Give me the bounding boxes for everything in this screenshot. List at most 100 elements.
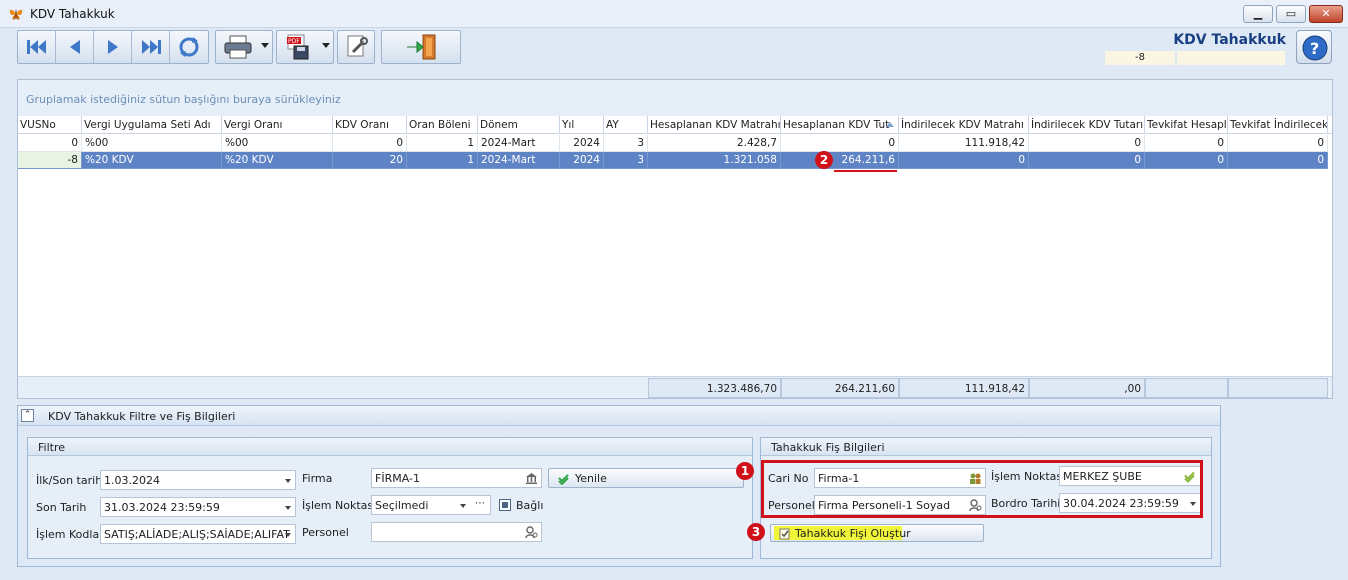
cell-hesaplanan-matrah: 2.428,7 [648, 135, 781, 152]
total-tevkifat-hesapla [1145, 378, 1228, 398]
close-button[interactable]: ✕ [1309, 5, 1343, 23]
table-row-selected[interactable]: -8 %20 KDV %20 KDV 20 1 2024-Mart 2024 3… [18, 152, 1332, 169]
col-kdv-orani[interactable]: KDV Oranı [333, 116, 407, 134]
next-record-button[interactable] [94, 31, 132, 63]
islem-kodlari-label: İşlem Kodları [36, 528, 107, 541]
exit-button[interactable] [382, 31, 462, 63]
first-record-button[interactable] [18, 31, 56, 63]
close-icon: ✕ [1321, 7, 1331, 20]
cell-tevkifat-indirilecek: 0 [1228, 152, 1328, 169]
print-group[interactable] [215, 30, 273, 64]
maximize-button[interactable]: ▭ [1276, 5, 1306, 23]
filtre-group: Filtre İlk/Son tarih 1.03.2024 Son Tarih… [27, 437, 753, 559]
col-yil[interactable]: Yıl [560, 116, 604, 134]
islem-kodlari-input[interactable]: SATIŞ;ALİADE;ALIŞ;SAİADE;ALIFAT [100, 524, 296, 544]
svg-text:?: ? [1310, 39, 1319, 58]
cell-kdv-orani: 0 [333, 135, 407, 152]
bagli-checkbox[interactable] [499, 499, 511, 511]
double-check-icon [558, 474, 569, 485]
ellipsis-icon: ⋯ [475, 498, 485, 509]
minimize-icon: ▁ [1253, 7, 1263, 20]
firma-input[interactable]: FİRMA-1 [371, 468, 542, 488]
col-indirilecek-tutar[interactable]: İndirilecek KDV Tutarı [1029, 116, 1145, 134]
help-button[interactable]: ? [1296, 30, 1332, 64]
tahakkuk-fisi-olustur-button[interactable]: Tahakkuk Fişi Oluştur [770, 524, 984, 542]
kdv-grid[interactable]: Gruplamak istediğiniz sütun başlığını bu… [17, 79, 1333, 399]
yenile-button[interactable]: Yenile [548, 468, 744, 488]
print-icon [224, 35, 252, 59]
filtre-group-title: Filtre [38, 441, 66, 454]
col-oran-boleni[interactable]: Oran Böleni [407, 116, 478, 134]
title-bar: KDV Tahakkuk ▁ ▭ ✕ [0, 0, 1348, 28]
personel-filter-input[interactable] [371, 522, 542, 542]
annotation-underline [834, 170, 897, 172]
personel-filter-label: Personel [302, 526, 349, 539]
annotation-highlight-box [761, 460, 1203, 518]
collapse-button[interactable]: ⌃ [21, 409, 34, 422]
col-hesaplanan-matrah[interactable]: Hesaplanan KDV Matrahı [648, 116, 781, 134]
grid-header: VUSNo Vergi Uygulama Seti Adı Vergi Oran… [18, 116, 1332, 134]
settings-button[interactable] [338, 31, 376, 63]
col-indirilecek-matrah[interactable]: İndirilecek KDV Matrahı [899, 116, 1029, 134]
annotation-marker-3: 3 [747, 523, 765, 541]
cell-vergi-orani: %00 [222, 135, 333, 152]
cell-donem: 2024-Mart [478, 135, 560, 152]
islem-noktasi-filter-label: İşlem Noktası [302, 499, 377, 512]
print-dropdown-icon [261, 43, 269, 48]
cell-donem: 2024-Mart [478, 152, 560, 169]
header-blank-field [1177, 51, 1285, 65]
col-ay[interactable]: AY [604, 116, 648, 134]
col-set-adi[interactable]: Vergi Uygulama Seti Adı [82, 116, 222, 134]
minimize-button[interactable]: ▁ [1243, 5, 1273, 23]
panel-title: KDV Tahakkuk Filtre ve Fiş Bilgileri [48, 410, 236, 423]
pdf-group[interactable]: PDF [276, 30, 334, 64]
ilk-son-tarih-input[interactable]: 1.03.2024 [100, 470, 296, 490]
col-vusno[interactable]: VUSNo [18, 116, 82, 134]
total-indirilecek-tutar: ,00 [1029, 378, 1145, 398]
settings-group[interactable] [337, 30, 375, 64]
col-tevkifat-hesapla[interactable]: Tevkifat Hesapla [1145, 116, 1228, 134]
annotation-marker-2: 2 [815, 151, 833, 169]
son-tarih-value: 31.03.2024 23:59:59 [104, 501, 220, 514]
ilk-son-tarih-label: İlk/Son tarih [36, 474, 103, 487]
cell-oran-boleni: 1 [407, 152, 478, 169]
islem-kodlari-value: SATIŞ;ALİADE;ALIŞ;SAİADE;ALIFAT [104, 528, 290, 541]
print-button[interactable] [216, 31, 274, 63]
islem-noktasi-filter-input[interactable]: Seçilmedi ⋯ [371, 495, 491, 515]
col-tevkifat-indirilecek[interactable]: Tevkifat İndirilecek [1228, 116, 1328, 134]
refresh-button[interactable] [170, 31, 208, 63]
first-icon [26, 40, 46, 54]
note-check-icon [779, 528, 790, 540]
chevron-down-icon [460, 504, 466, 508]
annotation-marker-1: 1 [736, 462, 754, 480]
son-tarih-input[interactable]: 31.03.2024 23:59:59 [100, 497, 296, 517]
son-tarih-label: Son Tarih [36, 501, 87, 514]
previous-record-button[interactable] [56, 31, 94, 63]
cell-tevkifat-indirilecek: 0 [1228, 135, 1328, 152]
col-hesaplanan-tutar-label: Hesaplanan KDV Tut [783, 119, 890, 131]
col-vergi-orani[interactable]: Vergi Oranı [222, 116, 333, 134]
col-hesaplanan-tutar[interactable]: Hesaplanan KDV Tut [781, 116, 899, 134]
cell-kdv-orani: 20 [333, 152, 407, 169]
cell-indirilecek-tutar: 0 [1029, 135, 1145, 152]
cell-indirilecek-matrah: 111.918,42 [899, 135, 1029, 152]
fis-group-title: Tahakkuk Fiş Bilgileri [771, 441, 885, 454]
col-donem[interactable]: Dönem [478, 116, 560, 134]
chevron-down-icon [285, 506, 291, 510]
chevron-down-icon [285, 479, 291, 483]
bagli-label: Bağlı [516, 499, 544, 512]
group-by-panel[interactable]: Gruplamak istediğiniz sütun başlığını bu… [18, 80, 1332, 116]
pdf-export-button[interactable]: PDF [277, 31, 335, 63]
total-hesaplanan-tutar: 264.211,60 [781, 378, 899, 398]
cell-vusno: -8 [18, 152, 82, 169]
settings-icon [347, 35, 368, 57]
last-record-button[interactable] [132, 31, 170, 63]
total-hesaplanan-matrah: 1.323.486,70 [648, 378, 781, 398]
table-row[interactable]: 0 %00 %00 0 1 2024-Mart 2024 3 2.428,7 0… [18, 135, 1332, 152]
exit-group[interactable] [381, 30, 461, 64]
person-search-icon [525, 526, 538, 539]
help-icon: ? [1302, 35, 1328, 61]
form-title: KDV Tahakkuk [1173, 32, 1286, 48]
butterfly-icon [9, 9, 23, 20]
svg-text:PDF: PDF [288, 38, 300, 45]
